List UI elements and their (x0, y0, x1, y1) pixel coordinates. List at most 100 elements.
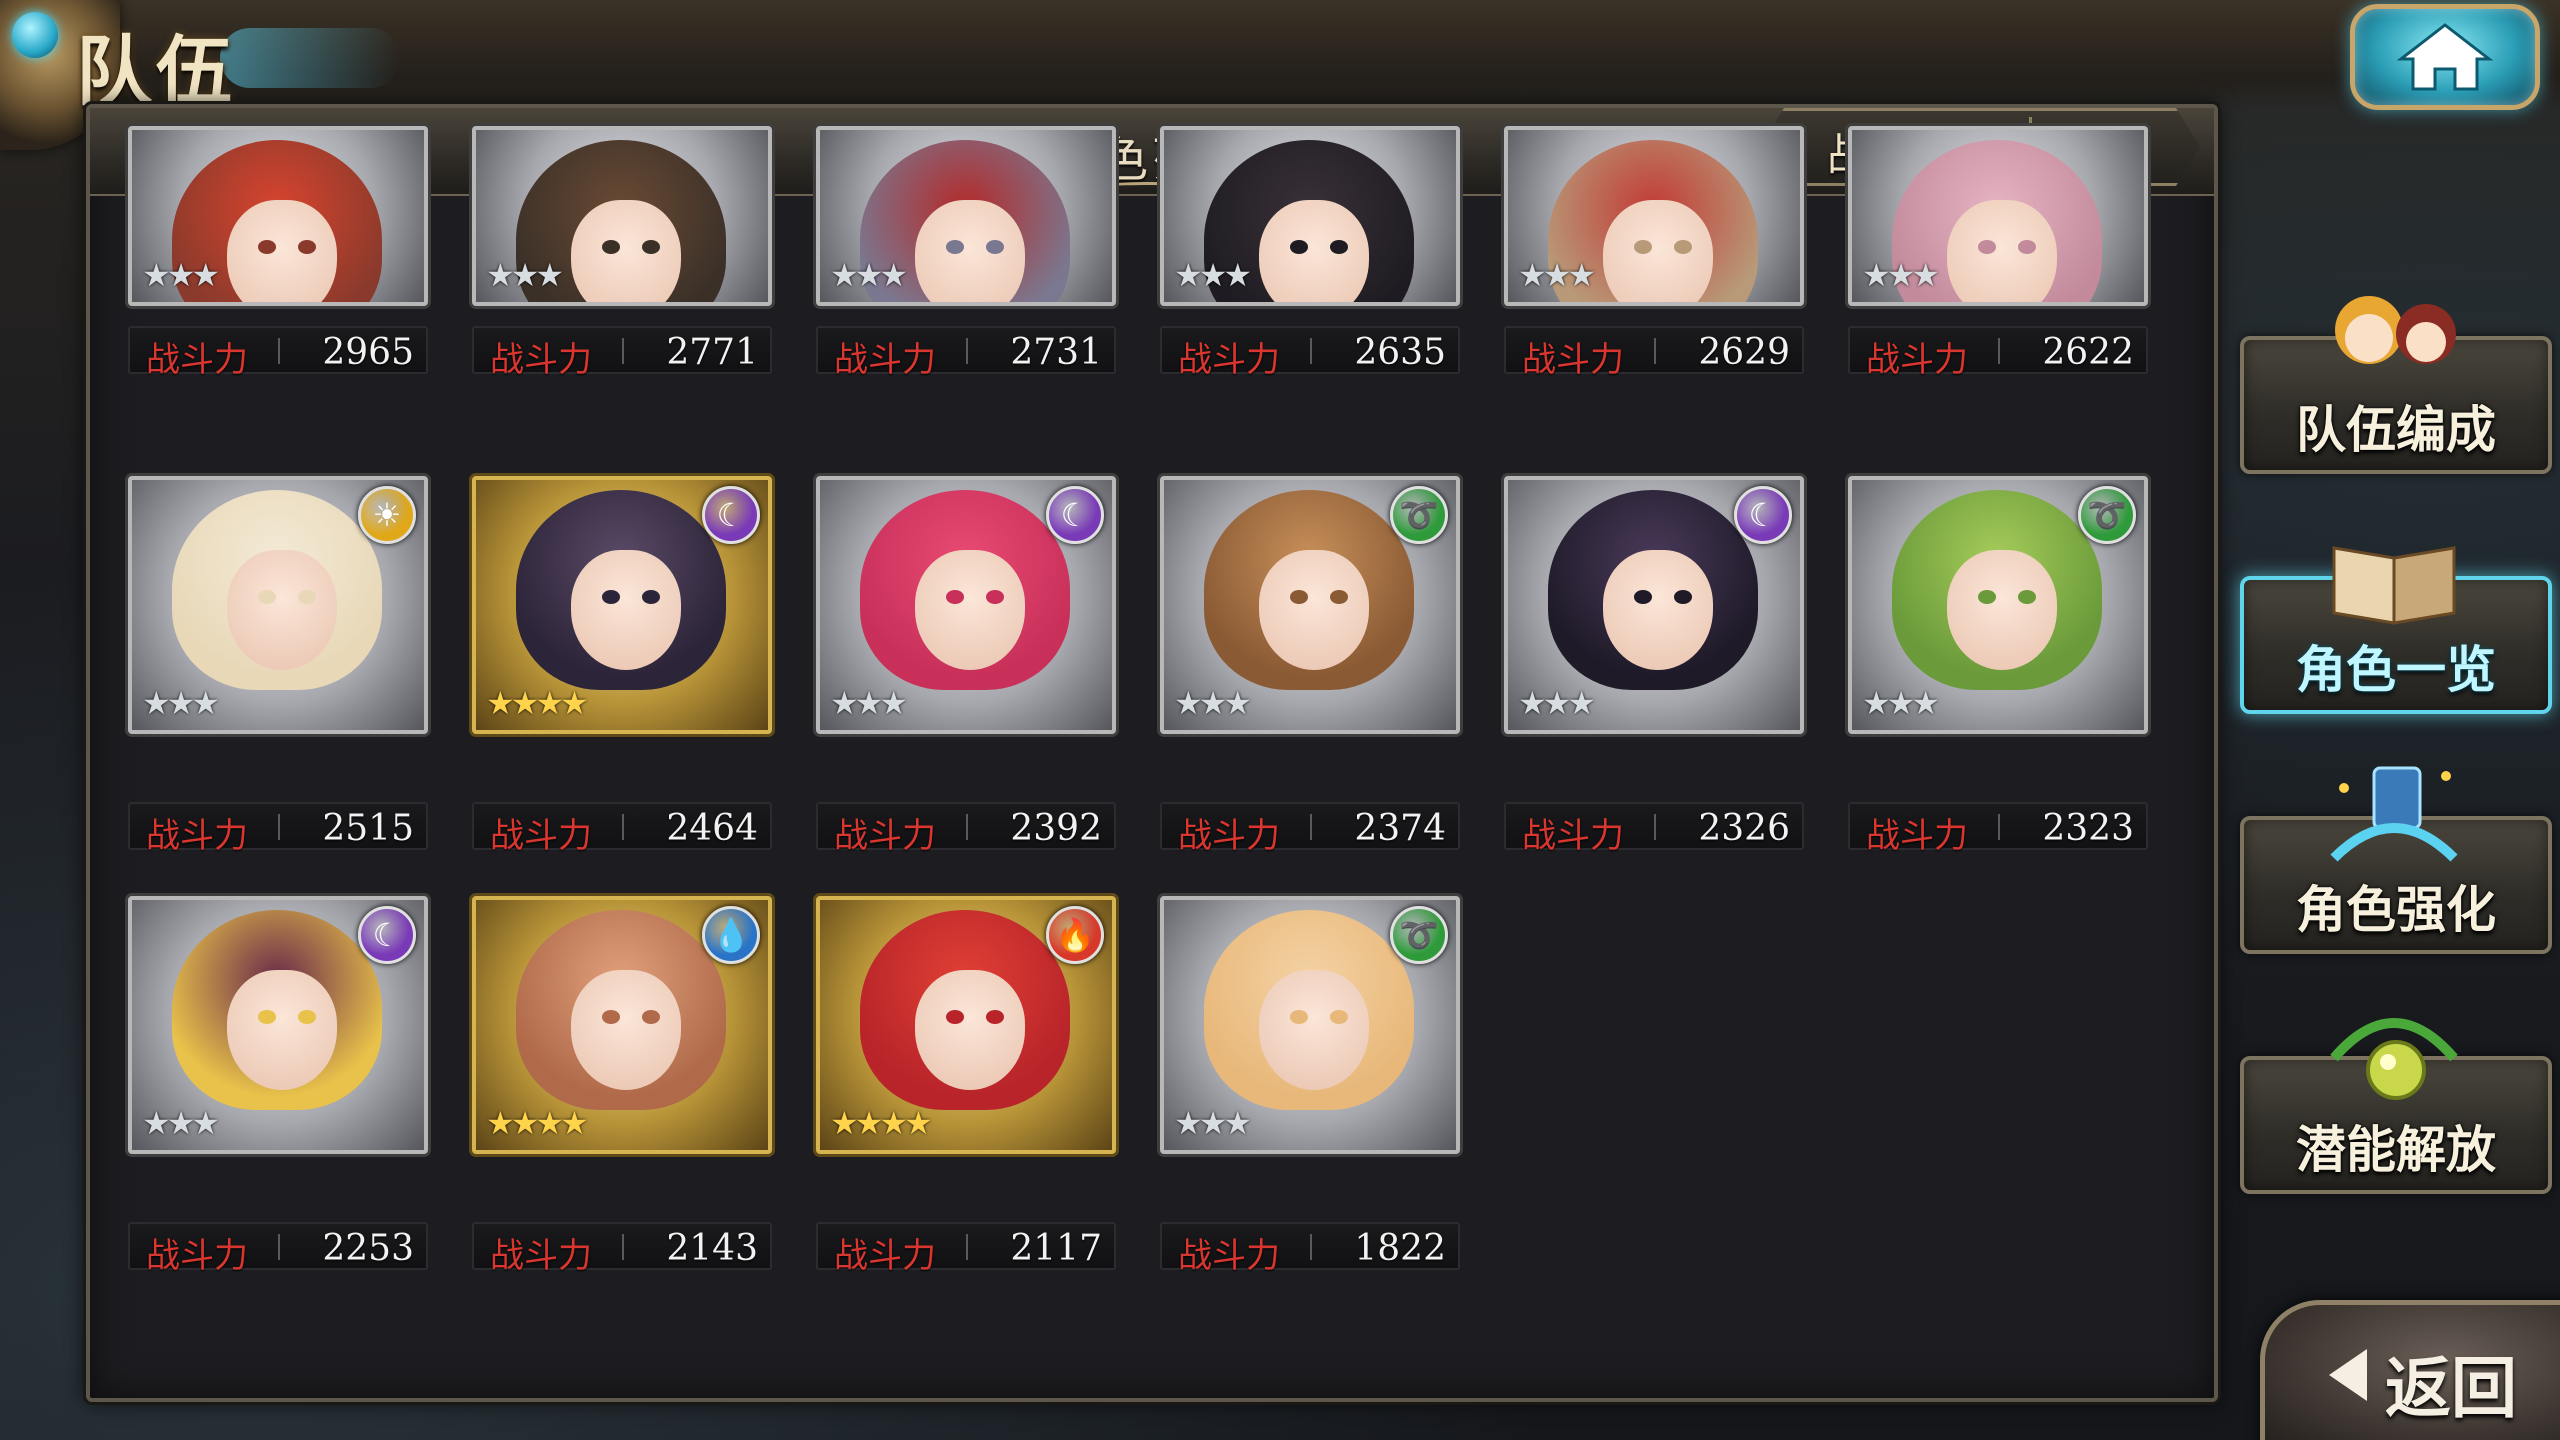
combat-power-value: 2392 (1010, 808, 1102, 849)
character-card[interactable]: ★★★ ☾ 战斗力 2392 (816, 476, 1116, 856)
character-card[interactable]: ★★★ 战斗力 2635 (1160, 126, 1460, 416)
rarity-stars-icon: ★★★ (1174, 684, 1252, 722)
character-portrait: ★★★★ ☾ (472, 476, 772, 734)
power-separator (1654, 338, 1656, 364)
back-button[interactable]: 返回 (2260, 1300, 2560, 1440)
character-eye (298, 590, 316, 604)
character-eye (1634, 240, 1652, 254)
combat-power-label: 战斗力 (1522, 340, 1624, 380)
moon-element-icon: ☾ (1734, 486, 1792, 544)
side-menu-label: 潜能解放 (2296, 1121, 2496, 1179)
character-eye (986, 590, 1004, 604)
character-card[interactable]: ★★★ ☾ 战斗力 2326 (1504, 476, 1804, 856)
character-face (1259, 200, 1369, 302)
combat-power-label: 战斗力 (1866, 816, 1968, 856)
combat-power-bar: 战斗力 2374 (1160, 802, 1460, 856)
combat-power-bar: 战斗力 2143 (472, 1222, 772, 1276)
combat-power-value: 2253 (322, 1228, 414, 1269)
side-menu-button[interactable]: 潜能解放 (2240, 1018, 2552, 1194)
water-element-icon: 💧 (702, 906, 760, 964)
combat-power-value: 2965 (322, 332, 414, 373)
character-card[interactable]: ★★★ 战斗力 2629 (1504, 126, 1804, 416)
combat-power-label: 战斗力 (490, 340, 592, 380)
character-eye (602, 590, 620, 604)
combat-power-bar: 战斗力 2635 (1160, 326, 1460, 380)
combat-power-bar: 战斗力 2117 (816, 1222, 1116, 1276)
character-card[interactable]: ★★★ 战斗力 2771 (472, 126, 772, 416)
combat-power-label: 战斗力 (834, 340, 936, 380)
combat-power-bar: 战斗力 2392 (816, 802, 1116, 856)
combat-power-bar: 战斗力 2965 (128, 326, 428, 380)
character-face (227, 970, 337, 1090)
character-eye (258, 1010, 276, 1024)
character-face (1259, 550, 1369, 670)
combat-power-value: 2374 (1354, 808, 1446, 849)
character-eye (642, 590, 660, 604)
character-card[interactable]: ★★★ ☾ 战斗力 2253 (128, 896, 428, 1276)
game-screen: 队伍 角色列表 战斗力 ★★★战斗力2965★★★战斗力2771★★★战斗力27… (0, 0, 2560, 1440)
character-portrait: ★★★ (1160, 126, 1460, 306)
character-portrait: ★★★ (1504, 126, 1804, 306)
team-members-icon (2314, 278, 2474, 388)
character-card[interactable]: ★★★★ 🔥 战斗力 2117 (816, 896, 1116, 1276)
character-eye (298, 240, 316, 254)
power-separator (1998, 338, 2000, 364)
title-orb-icon (12, 12, 58, 58)
combat-power-value: 1822 (1354, 1228, 1446, 1269)
combat-power-label: 战斗力 (1178, 1236, 1280, 1276)
combat-power-value: 2771 (666, 332, 758, 373)
combat-power-label: 战斗力 (146, 816, 248, 856)
rarity-stars-icon: ★★★★ (830, 1104, 933, 1142)
character-face (915, 200, 1025, 302)
character-portrait: ★★★★ 💧 (472, 896, 772, 1154)
combat-power-bar: 战斗力 2515 (128, 802, 428, 856)
character-card[interactable]: ★★★ 战斗力 2622 (1848, 126, 2148, 416)
character-card[interactable]: ★★★★ ☾ 战斗力 2464 (472, 476, 772, 856)
character-card[interactable]: ★★★ ➰ 战斗力 2323 (1848, 476, 2148, 856)
character-portrait: ★★★ ☀ (128, 476, 428, 734)
back-arrow-icon (2329, 1349, 2367, 1401)
wind-element-icon: ➰ (2078, 486, 2136, 544)
character-card[interactable]: ★★★★ 💧 战斗力 2143 (472, 896, 772, 1276)
moon-element-icon: ☾ (702, 486, 760, 544)
combat-power-value: 2515 (322, 808, 414, 849)
character-eye (1978, 240, 1996, 254)
character-eye (1290, 1010, 1308, 1024)
character-eye (2018, 590, 2036, 604)
power-separator (278, 814, 280, 840)
wind-element-icon: ➰ (1390, 486, 1448, 544)
combat-power-bar: 战斗力 2731 (816, 326, 1116, 380)
combat-power-value: 2323 (2042, 808, 2134, 849)
power-separator (966, 338, 968, 364)
combat-power-bar: 战斗力 2326 (1504, 802, 1804, 856)
home-button[interactable] (2350, 4, 2540, 110)
combat-power-value: 2143 (666, 1228, 758, 1269)
combat-power-bar: 战斗力 2629 (1504, 326, 1804, 380)
power-separator (966, 1234, 968, 1260)
side-menu-button[interactable]: 角色一览 (2240, 546, 2552, 714)
character-eye (258, 240, 276, 254)
character-eye (1634, 590, 1652, 604)
combat-power-value: 2326 (1698, 808, 1790, 849)
rarity-stars-icon: ★★★ (142, 256, 220, 294)
combat-power-value: 2117 (1010, 1228, 1102, 1269)
character-eye (946, 1010, 964, 1024)
rarity-stars-icon: ★★★ (1518, 256, 1596, 294)
character-card[interactable]: ★★★ 战斗力 2731 (816, 126, 1116, 416)
side-menu-button[interactable]: 角色强化 (2240, 766, 2552, 954)
character-portrait: ★★★ (1848, 126, 2148, 306)
combat-power-bar: 战斗力 2771 (472, 326, 772, 380)
character-card[interactable]: ★★★ ➰ 战斗力 2374 (1160, 476, 1460, 856)
character-eye (642, 1010, 660, 1024)
potential-orb-icon (2314, 998, 2474, 1108)
combat-power-value: 2629 (1698, 332, 1790, 373)
character-eye (258, 590, 276, 604)
character-card[interactable]: ★★★ ➰ 战斗力 1822 (1160, 896, 1460, 1276)
combat-power-value: 2731 (1010, 332, 1102, 373)
character-card[interactable]: ★★★ 战斗力 2965 (128, 126, 428, 416)
side-menu-button[interactable]: 队伍编成 (2240, 296, 2552, 474)
combat-power-label: 战斗力 (1178, 340, 1280, 380)
character-card[interactable]: ★★★ ☀ 战斗力 2515 (128, 476, 428, 856)
rarity-stars-icon: ★★★ (142, 1104, 220, 1142)
combat-power-label: 战斗力 (834, 816, 936, 856)
